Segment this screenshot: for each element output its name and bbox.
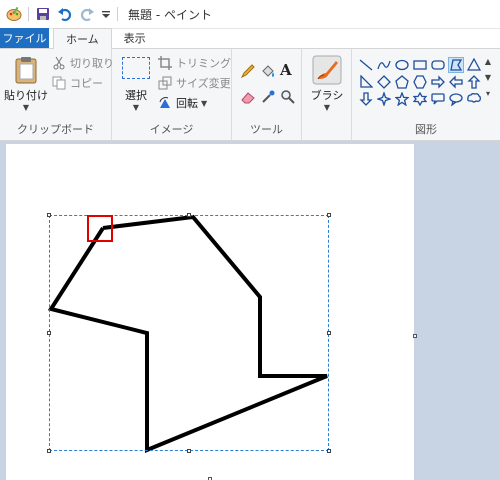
selection-handle[interactable] — [327, 331, 331, 335]
selection-handle[interactable] — [47, 449, 51, 453]
magnifier-icon[interactable] — [280, 89, 296, 108]
cut-button[interactable]: 切り取り — [52, 55, 114, 71]
selection-handle[interactable] — [187, 449, 191, 453]
crop-button[interactable]: トリミング — [158, 55, 231, 71]
highlight-box — [87, 215, 113, 242]
left-arrow-shape-icon[interactable] — [448, 74, 464, 90]
tab-home[interactable]: ホーム — [53, 28, 112, 49]
shapes-group-label: 図形 — [415, 123, 437, 136]
diamond-shape-icon[interactable] — [376, 74, 392, 90]
ribbon-tabs: ファイル ホーム 表示 — [0, 28, 500, 49]
rectangle-shape-icon[interactable] — [412, 57, 428, 73]
ribbon: 貼り付け ▼ 切り取り コピー クリップボード 選択 ▼ トリミング サイズ変更… — [0, 49, 500, 141]
resize-icon — [158, 76, 172, 90]
image-group-label: イメージ — [149, 123, 194, 136]
brushes-group: ブラシ ▼ — [302, 49, 352, 141]
pencil-icon[interactable] — [240, 63, 256, 82]
rounded-callout-shape-icon[interactable] — [430, 91, 446, 107]
hexagon-shape-icon[interactable] — [412, 74, 428, 90]
paint-app-icon[interactable] — [6, 6, 22, 22]
paste-button[interactable]: 貼り付け ▼ — [4, 55, 48, 112]
quick-access-toolbar — [0, 0, 124, 29]
resize-button[interactable]: サイズ変更 — [158, 75, 231, 91]
cut-label: 切り取り — [70, 57, 114, 70]
brushes-label: ブラシ — [310, 89, 344, 102]
color-picker-icon[interactable] — [260, 89, 276, 108]
triangle-shape-icon[interactable] — [466, 57, 482, 73]
right-triangle-shape-icon[interactable] — [358, 74, 374, 90]
chevron-down-icon: ▼ — [132, 103, 140, 112]
line-shape-icon[interactable] — [358, 57, 374, 73]
clipboard-group: 貼り付け ▼ 切り取り コピー クリップボード — [0, 49, 114, 141]
window-title: 無題 - ペイント — [128, 7, 212, 22]
customize-qat-icon[interactable] — [101, 6, 111, 22]
shapes-gallery — [358, 57, 483, 107]
cloud-callout-shape-icon[interactable] — [466, 91, 482, 107]
shapes-group: ▲ ▼ ▾ 図形 — [352, 49, 500, 141]
pentagon-shape-icon[interactable] — [394, 74, 410, 90]
chevron-down-icon: ▼ — [323, 103, 331, 112]
select-label: 選択 — [125, 89, 147, 102]
save-icon[interactable] — [35, 6, 51, 22]
oval-shape-icon[interactable] — [394, 57, 410, 73]
separator — [117, 7, 118, 21]
scroll-down-icon[interactable]: ▼ — [482, 73, 494, 89]
undo-icon[interactable] — [57, 6, 73, 22]
selection-handle[interactable] — [187, 213, 191, 217]
chevron-down-icon: ▼ — [201, 98, 208, 108]
select-icon — [122, 57, 150, 79]
expand-gallery-icon[interactable]: ▾ — [482, 89, 494, 105]
select-button[interactable]: 選択 ▼ — [118, 57, 154, 112]
paste-icon — [12, 55, 40, 85]
up-arrow-shape-icon[interactable] — [466, 74, 482, 90]
clipboard-group-label: クリップボード — [17, 123, 94, 136]
text-icon[interactable]: A — [280, 61, 292, 79]
rotate-label: 回転 — [176, 97, 198, 110]
selection-handle[interactable] — [327, 213, 331, 217]
resize-label: サイズ変更 — [176, 77, 231, 90]
copy-icon — [52, 76, 66, 90]
polygon-shape-icon[interactable] — [448, 57, 464, 73]
title-bar: 無題 - ペイント — [0, 0, 500, 29]
five-point-star-shape-icon[interactable] — [394, 91, 410, 107]
copy-button[interactable]: コピー — [52, 75, 103, 91]
crop-label: トリミング — [176, 57, 231, 70]
selection-handle[interactable] — [47, 331, 51, 335]
oval-callout-shape-icon[interactable] — [448, 91, 464, 107]
shapes-scroll: ▲ ▼ ▾ — [482, 57, 494, 105]
scroll-up-icon[interactable]: ▲ — [482, 57, 494, 73]
rotate-icon — [158, 96, 172, 110]
selection-box[interactable] — [49, 215, 329, 451]
paste-label: 貼り付け — [4, 89, 48, 102]
chevron-down-icon: ▼ — [22, 103, 30, 112]
six-point-star-shape-icon[interactable] — [412, 91, 428, 107]
tab-view[interactable]: 表示 — [112, 28, 158, 48]
selection-handle[interactable] — [327, 449, 331, 453]
separator — [28, 7, 29, 21]
crop-icon — [158, 56, 172, 70]
eraser-icon[interactable] — [240, 89, 256, 108]
right-arrow-shape-icon[interactable] — [430, 74, 446, 90]
brushes-button[interactable]: ブラシ ▼ — [306, 55, 348, 112]
rotate-button[interactable]: 回転 ▼ — [158, 95, 207, 111]
curve-shape-icon[interactable] — [376, 57, 392, 73]
canvas-resize-handle-right[interactable] — [413, 334, 417, 338]
copy-label: コピー — [70, 77, 103, 90]
four-point-star-shape-icon[interactable] — [376, 91, 392, 107]
rounded-rectangle-shape-icon[interactable] — [430, 57, 446, 73]
image-group: 選択 ▼ トリミング サイズ変更 回転 ▼ イメージ — [112, 49, 232, 141]
selection-handle[interactable] — [47, 213, 51, 217]
tab-file[interactable]: ファイル — [0, 28, 49, 48]
tools-group-label: ツール — [250, 123, 283, 136]
tools-group: A ツール — [232, 49, 302, 141]
brush-icon — [312, 55, 342, 85]
down-arrow-shape-icon[interactable] — [358, 91, 374, 107]
redo-icon[interactable] — [79, 6, 95, 22]
fill-icon[interactable] — [260, 63, 276, 82]
scissors-icon — [52, 56, 66, 70]
